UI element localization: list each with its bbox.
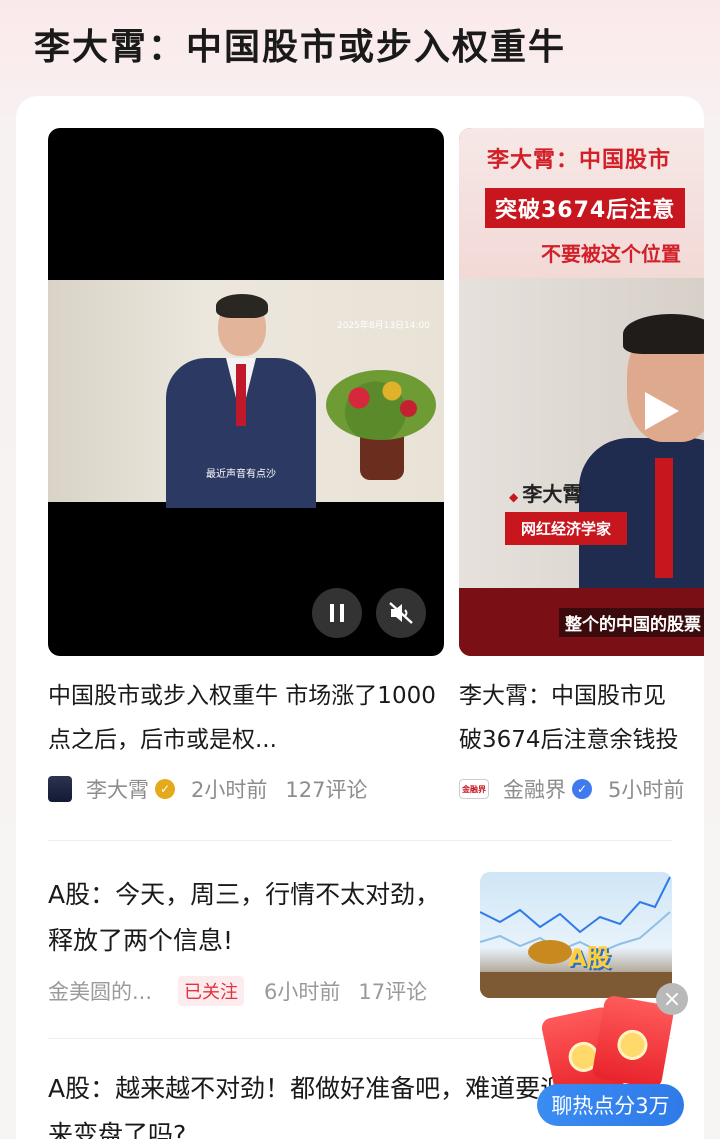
video-thumbnail[interactable]: 李大霄：中国股市 突破3674后注意 不要被这个位置 李大霄 网红经济学家: [459, 128, 704, 656]
article-title[interactable]: A股：越来越不对劲！都做好准备吧，难道要迎来变盘了吗?: [48, 1066, 568, 1139]
headline-line: 突破3674后注意: [485, 188, 686, 228]
play-icon[interactable]: [637, 388, 683, 434]
feed-card: 2025年8月13日14:00 最近声音有点沙 中国股市或步入权重牛 市场涨了1…: [16, 96, 704, 1139]
pause-icon: [330, 604, 344, 622]
article-title[interactable]: A股：今天，周三，行情不太对劲，释放了两个信息!: [48, 872, 448, 964]
comment-count: 127评论: [285, 778, 368, 802]
video-card[interactable]: 2025年8月13日14:00 最近声音有点沙 中国股市或步入权重牛 市场涨了1…: [48, 128, 444, 804]
video-meta: 李大霄 ✓ 2小时前 127评论: [48, 774, 444, 804]
publish-time: 2小时前: [191, 778, 268, 802]
stock-chart-image: [480, 876, 672, 998]
video-player[interactable]: 2025年8月13日14:00 最近声音有点沙: [48, 128, 444, 656]
publish-time: 6小时前: [264, 980, 341, 1004]
verified-icon: ✓: [572, 779, 592, 799]
publish-time: 5小时前: [608, 778, 685, 802]
pause-button[interactable]: [312, 588, 362, 638]
thumbnail-text: A股: [568, 944, 611, 972]
article-item[interactable]: A股：今天，周三，行情不太对劲，释放了两个信息! 金美圆的... 已关注 6小时…: [48, 872, 672, 1006]
thumbnail-caption: 整个的中国的股票: [559, 608, 704, 637]
followed-badge[interactable]: 已关注: [178, 976, 245, 1006]
hot-topic-promo-button[interactable]: 聊热点分3万: [537, 1084, 684, 1126]
speaker-role-tag: 网红经济学家: [505, 512, 628, 545]
video-title-line: 李大霄：中国股市见: [459, 683, 666, 709]
speaker-name-tag: 李大霄: [509, 478, 582, 507]
page-title: 李大霄：中国股市或步入权重牛: [34, 27, 567, 68]
avatar[interactable]: 金融界: [459, 779, 489, 799]
video-scene: 2025年8月13日14:00 最近声音有点沙: [48, 280, 444, 508]
muted-icon: [389, 602, 413, 624]
speaker-scene: 李大霄 网红经济学家: [459, 278, 704, 598]
video-title[interactable]: 李大霄：中国股市见 破3674后注意余钱投: [459, 674, 704, 762]
divider: [48, 840, 672, 841]
flower-pot-image: [326, 370, 436, 490]
headline-line: 李大霄：中国股市: [487, 148, 672, 173]
author-name[interactable]: 金融界: [503, 774, 566, 804]
headline-line: 不要被这个位置: [541, 242, 681, 266]
author-name[interactable]: 李大霄: [86, 774, 149, 804]
author-name[interactable]: 金美圆的...: [48, 976, 152, 1006]
video-card[interactable]: 李大霄：中国股市 突破3674后注意 不要被这个位置 李大霄 网红经济学家: [459, 128, 704, 804]
avatar[interactable]: [48, 776, 72, 802]
video-title[interactable]: 中国股市或步入权重牛 市场涨了1000点之后，后市或是权...: [48, 674, 444, 762]
comment-count: 17评论: [358, 980, 428, 1004]
thumbnail-headline: 李大霄：中国股市 突破3674后注意 不要被这个位置: [459, 128, 704, 278]
close-icon[interactable]: ×: [656, 983, 688, 1015]
article-thumbnail[interactable]: A股: [480, 872, 672, 998]
video-title-line: 破3674后注意余钱投: [459, 727, 679, 753]
video-carousel[interactable]: 2025年8月13日14:00 最近声音有点沙 中国股市或步入权重牛 市场涨了1…: [16, 96, 704, 826]
video-timestamp: 2025年8月13日14:00: [336, 321, 430, 331]
thumbnail-caption-bar: 整个的中国的股票: [459, 588, 704, 656]
mute-button[interactable]: [376, 588, 426, 638]
video-meta: 金融界 金融界 ✓ 5小时前: [459, 774, 704, 804]
verified-icon: ✓: [155, 779, 175, 799]
video-subtitle: 最近声音有点沙: [206, 469, 276, 480]
